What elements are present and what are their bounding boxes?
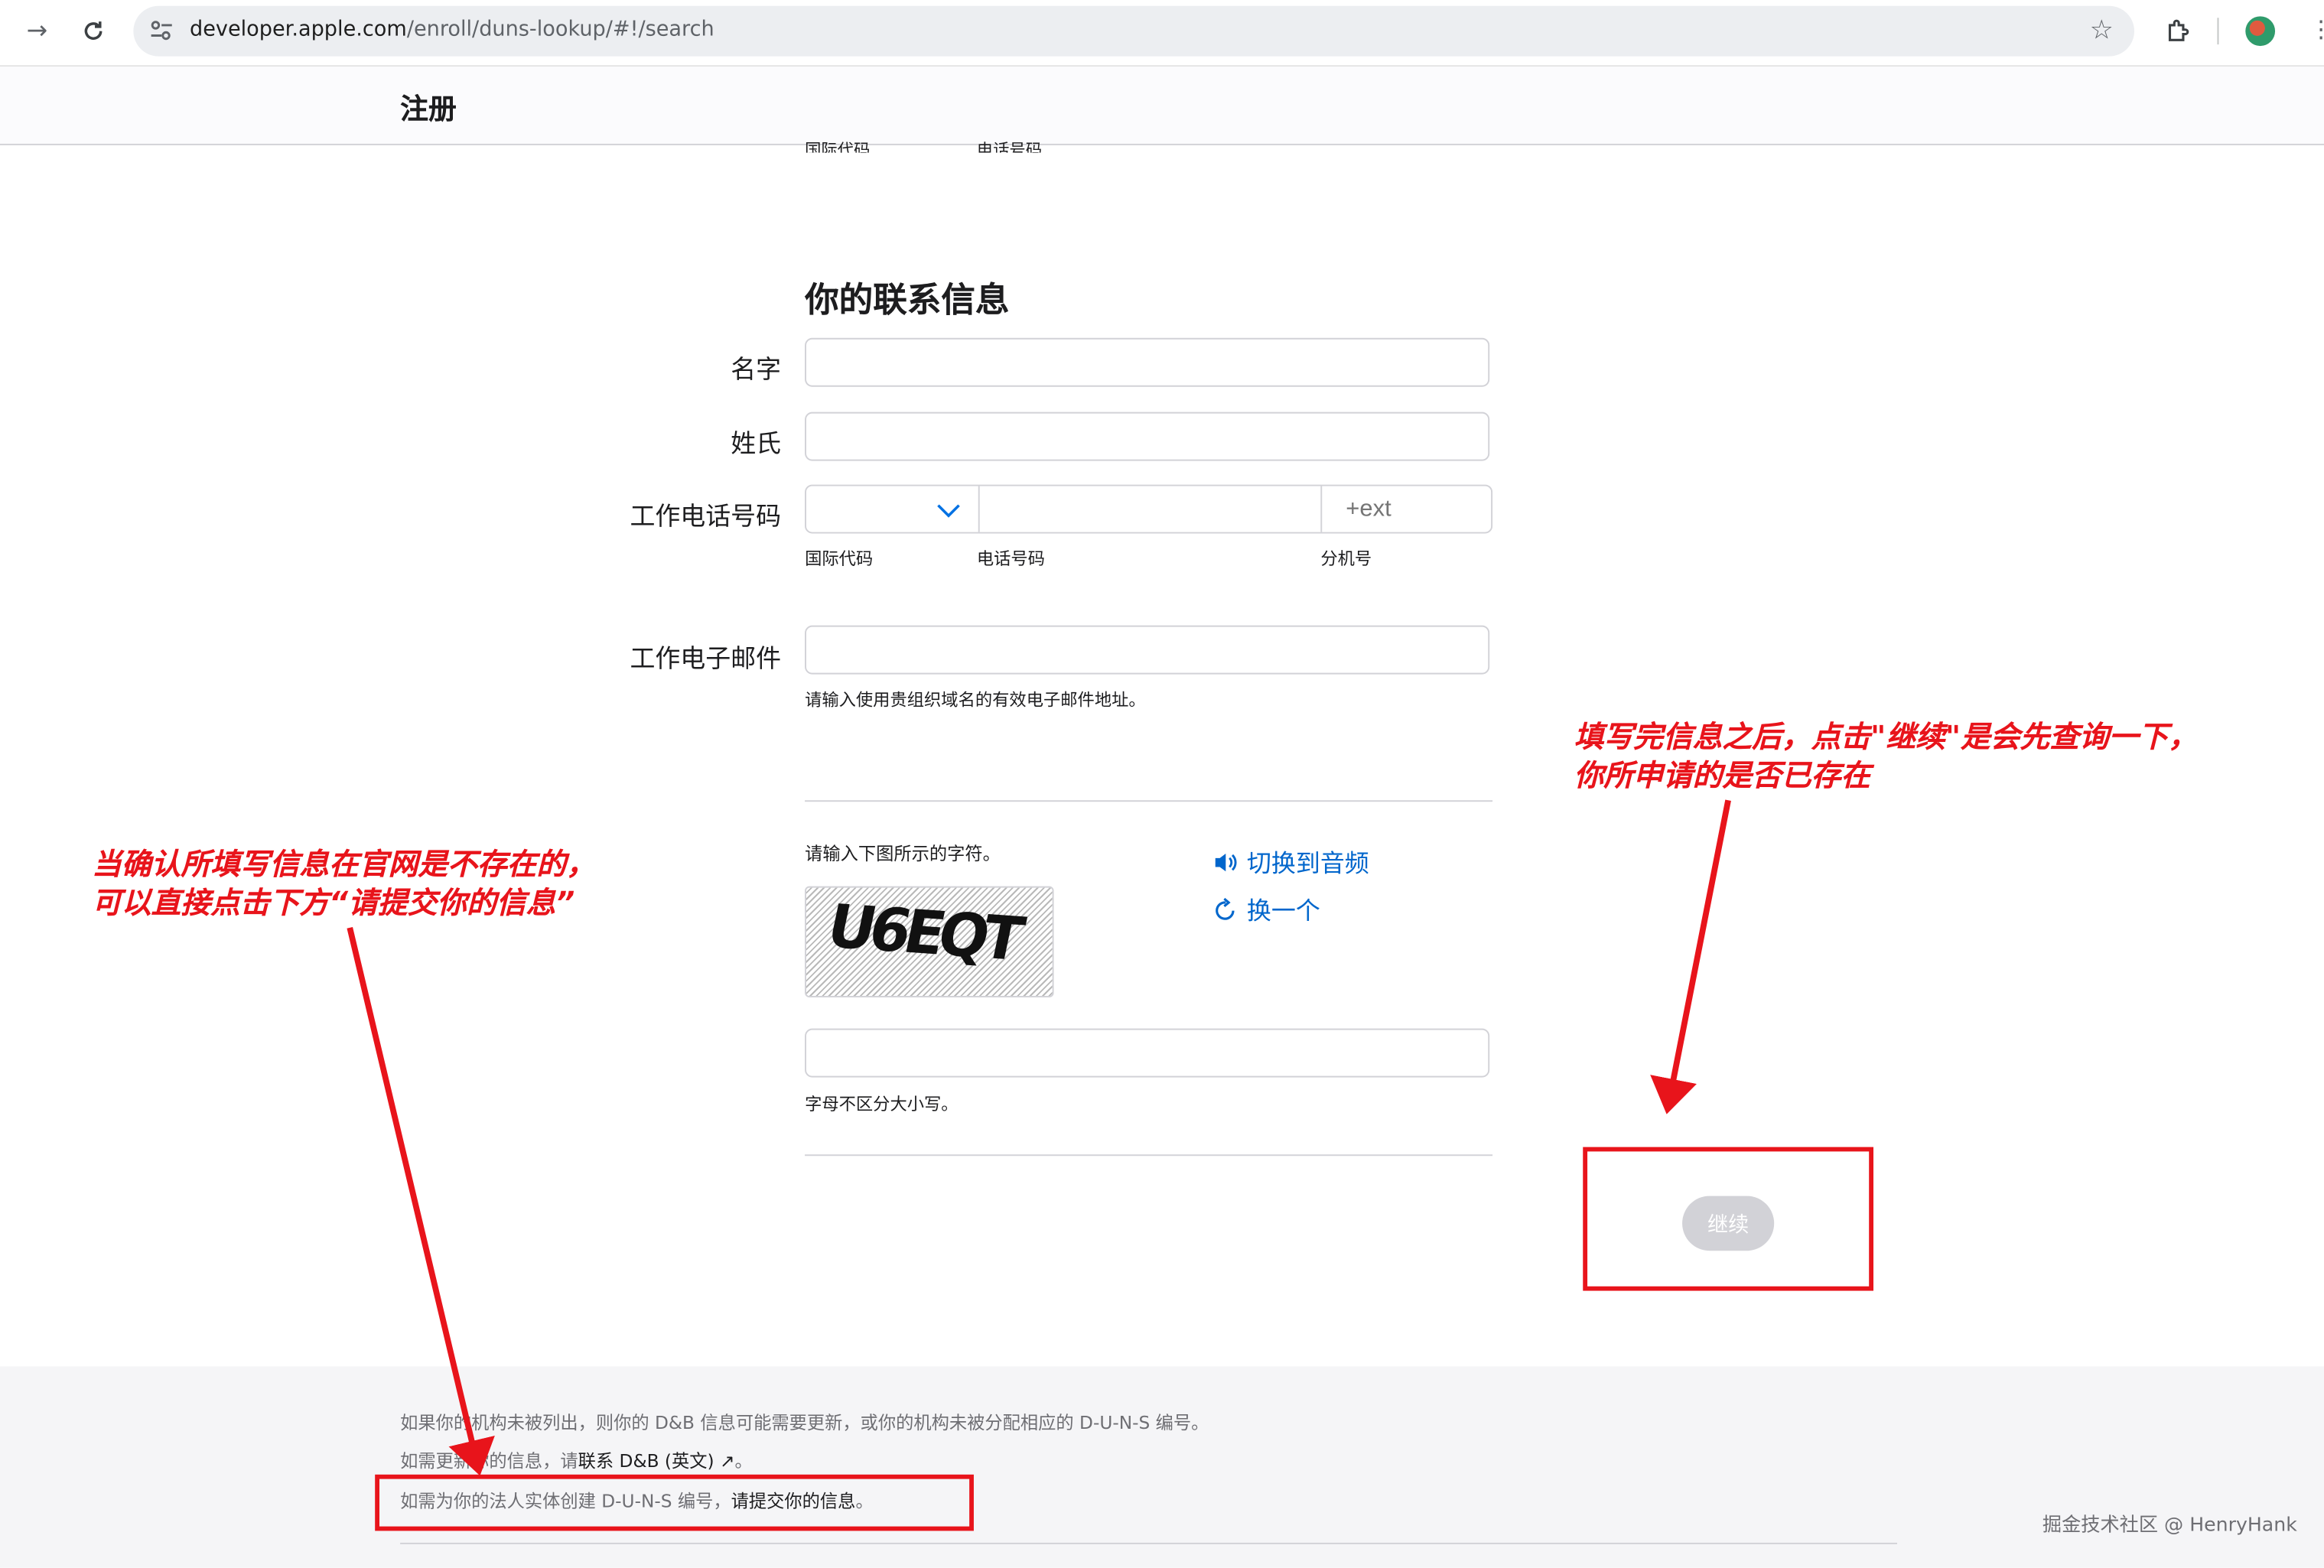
right-arrow [1650,799,1731,1114]
left-arrow [347,926,495,1476]
annotation-arrows [347,799,1731,1476]
